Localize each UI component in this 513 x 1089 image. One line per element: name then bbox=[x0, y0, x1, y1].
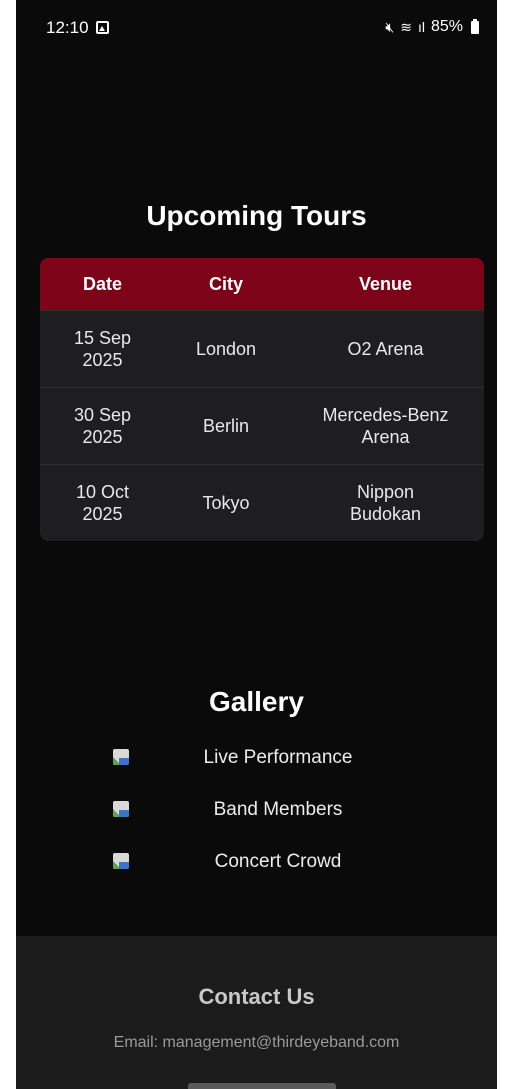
battery-icon bbox=[471, 18, 479, 34]
app-screen: 12:10 🔇︎ ≋ ıl 85% Upcoming Tours Date Ci… bbox=[16, 0, 497, 1089]
gallery-heading: Gallery bbox=[209, 686, 304, 717]
tours-heading: Upcoming Tours bbox=[146, 200, 367, 231]
footer: Contact Us Email: management@thirdeyeban… bbox=[16, 936, 497, 1089]
cell-city: Tokyo bbox=[202, 493, 250, 513]
gallery-icon bbox=[96, 21, 109, 34]
cell-city: London bbox=[195, 339, 257, 359]
cell-venue: Mercedes-Benz Arena bbox=[322, 405, 449, 447]
cell-city: Berlin bbox=[202, 416, 250, 436]
status-time: 12:10 bbox=[46, 18, 89, 37]
gallery-item-label: Concert Crowd bbox=[214, 851, 342, 872]
battery-level: 85% bbox=[430, 18, 463, 35]
cell-venue: Nippon Budokan bbox=[349, 482, 422, 524]
cell-venue: O2 Arena bbox=[347, 339, 424, 359]
header-city: City bbox=[208, 273, 243, 294]
status-icons: 🔇︎ ≋ ıl 85% bbox=[385, 18, 479, 36]
cell-date: 30 Sep 2025 bbox=[73, 405, 132, 447]
cell-date: 10 Oct 2025 bbox=[75, 482, 130, 524]
gallery-item-live-performance[interactable]: Live Performance bbox=[108, 745, 448, 771]
header-date: Date bbox=[82, 273, 122, 294]
header-venue: Venue bbox=[358, 273, 413, 294]
mute-icon: 🔇︎ bbox=[385, 18, 395, 35]
tours-table: Date City Venue 15 Sep 2025 London O2 Ar… bbox=[40, 258, 484, 541]
signal-icon: ıl bbox=[417, 19, 425, 35]
table-row: 10 Oct 2025 Tokyo Nippon Budokan bbox=[40, 464, 484, 541]
contact-email[interactable]: Email: management@thirdeyeband.com bbox=[16, 1034, 497, 1052]
contact-heading: Contact Us bbox=[198, 984, 315, 1009]
home-indicator[interactable] bbox=[188, 1083, 336, 1089]
gallery-item-concert-crowd[interactable]: Concert Crowd bbox=[108, 849, 448, 875]
status-bar: 12:10 🔇︎ ≋ ıl 85% bbox=[16, 0, 497, 44]
wifi-icon: ≋ bbox=[400, 18, 412, 35]
table-header: Date City Venue bbox=[40, 258, 484, 310]
table-row: 15 Sep 2025 London O2 Arena bbox=[40, 310, 484, 387]
gallery-item-band-members[interactable]: Band Members bbox=[108, 797, 448, 823]
cell-date: 15 Sep 2025 bbox=[73, 328, 132, 370]
table-row: 30 Sep 2025 Berlin Mercedes-Benz Arena bbox=[40, 387, 484, 464]
gallery-item-label: Band Members bbox=[213, 799, 343, 820]
gallery-item-label: Live Performance bbox=[203, 747, 353, 768]
